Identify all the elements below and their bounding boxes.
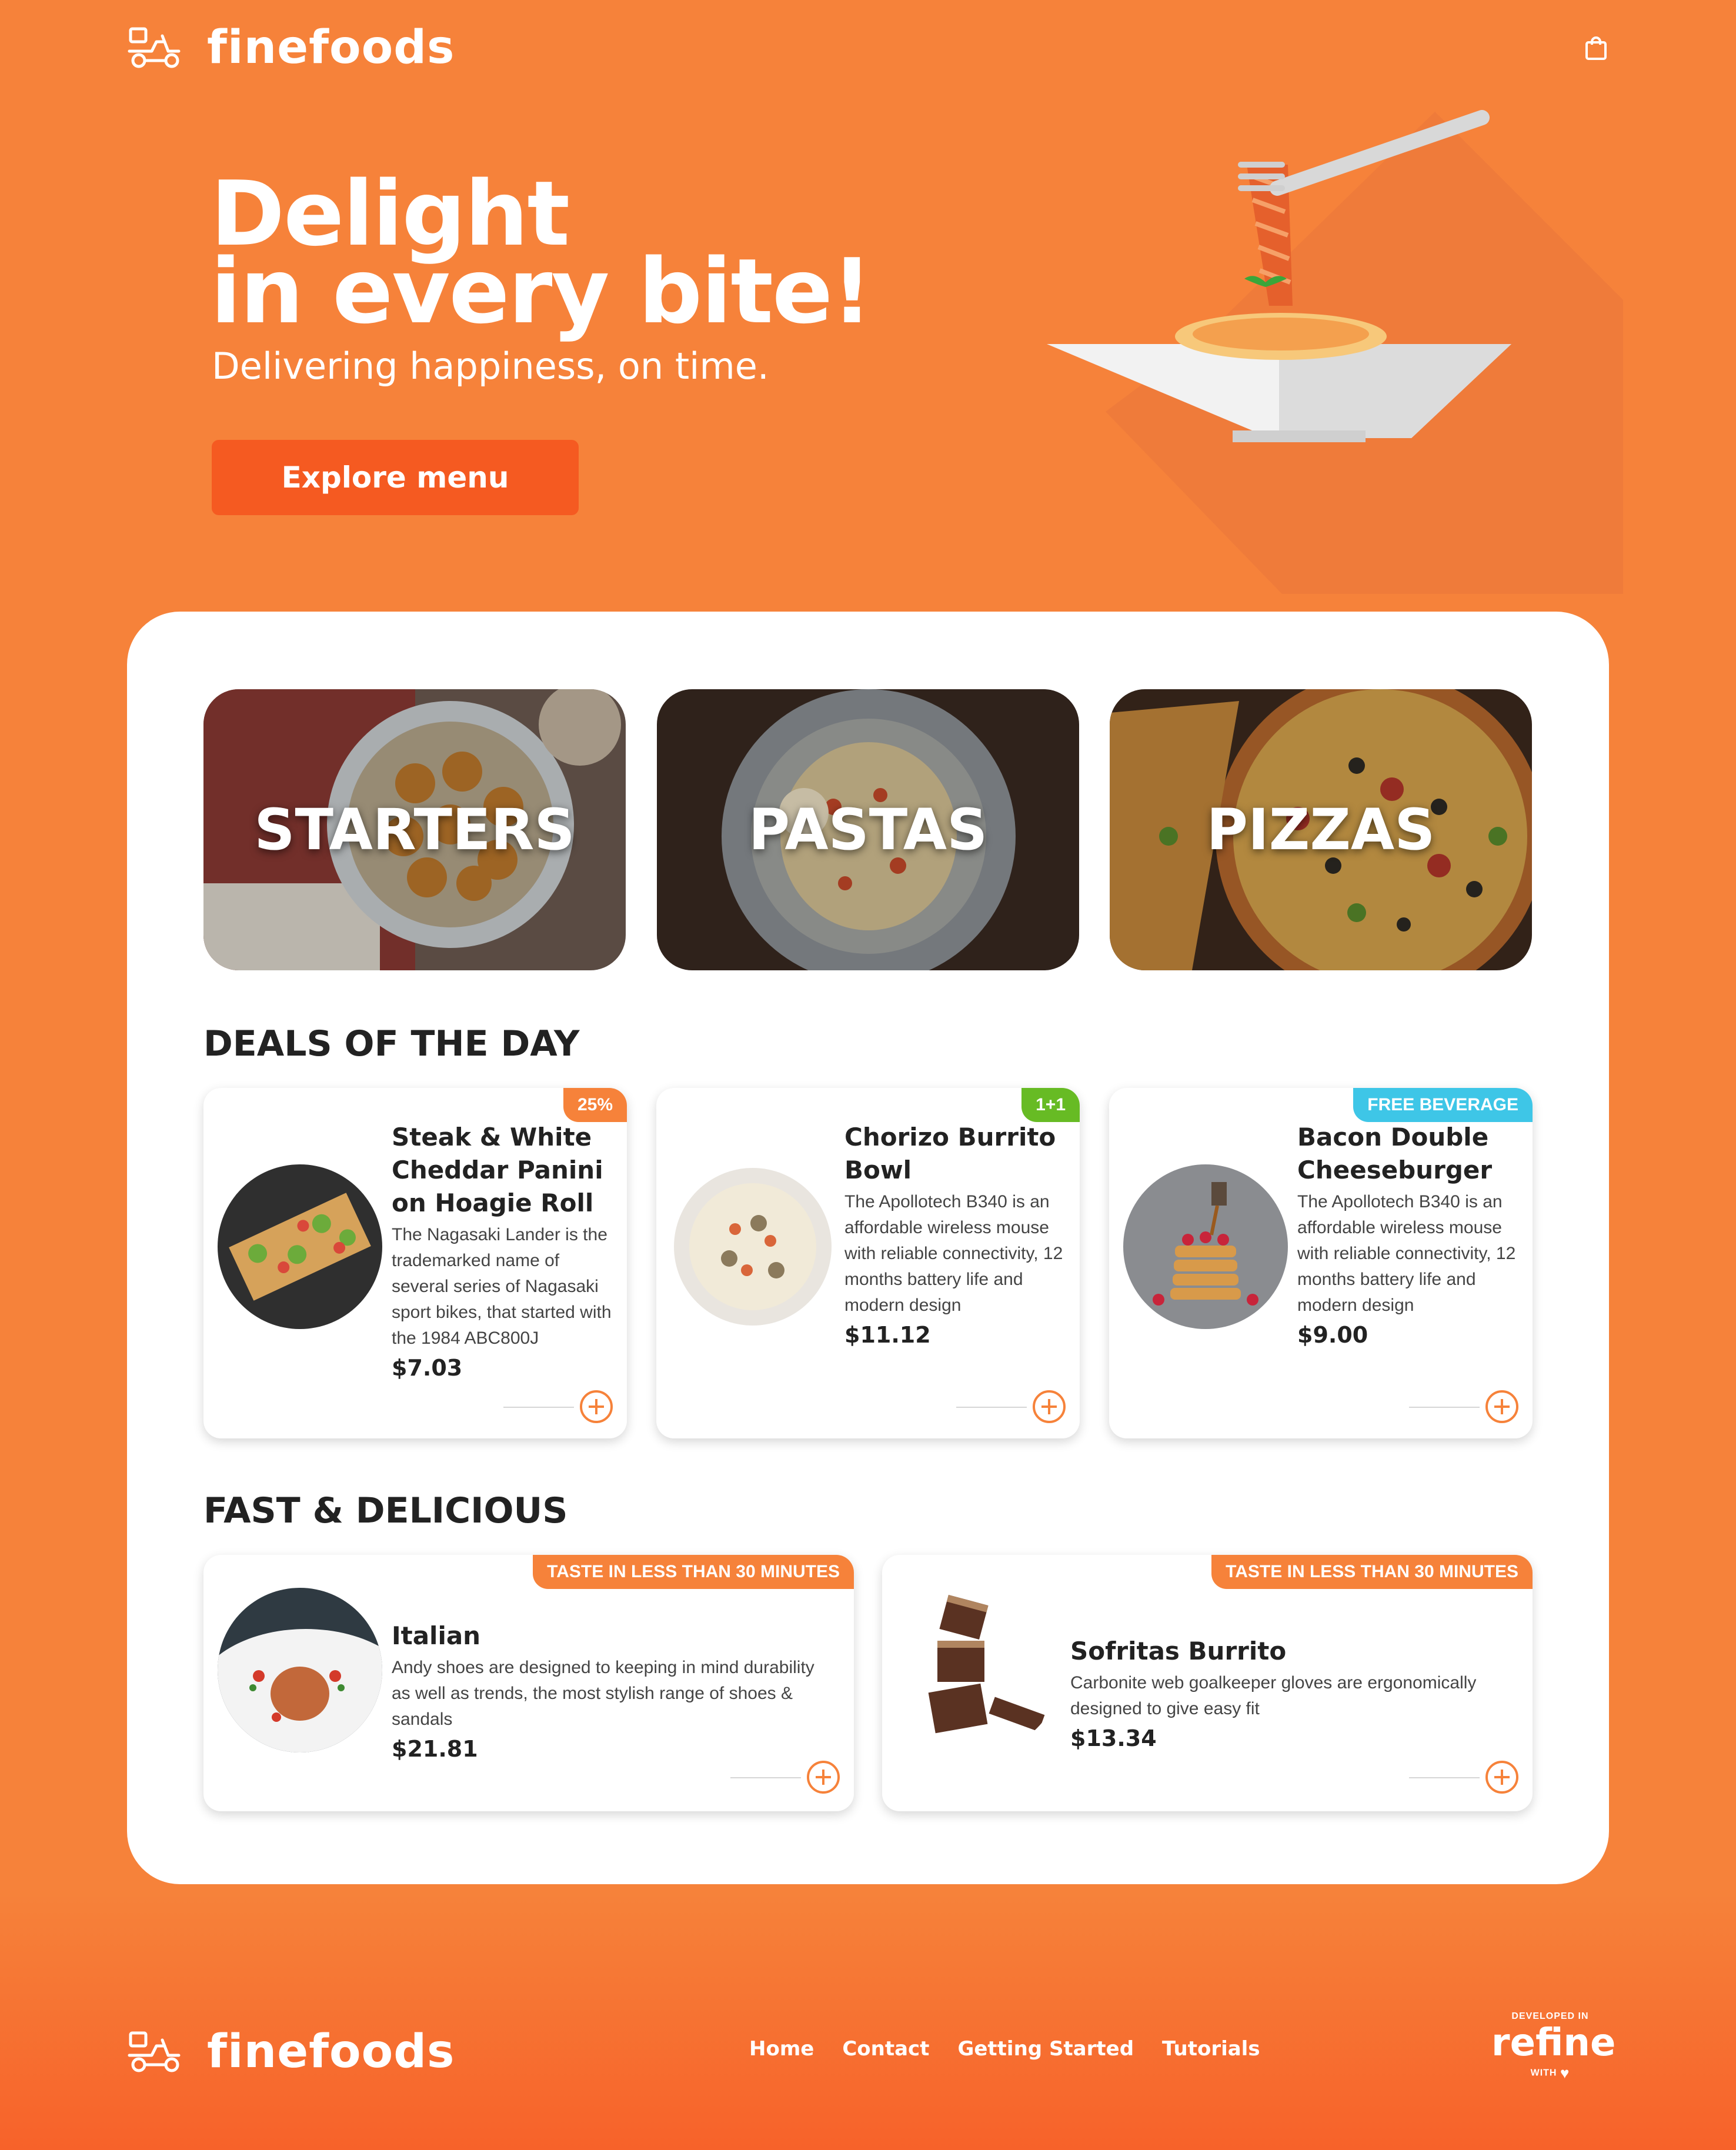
quantity-divider (503, 1407, 574, 1408)
category-label: PASTAS (748, 797, 988, 863)
item-description: Carbonite web goalkeeper gloves are ergo… (1070, 1673, 1477, 1718)
chocolate-photo (896, 1588, 1061, 1752)
deal-badge: FREE BEVERAGE (1353, 1088, 1533, 1122)
quantity-divider (1409, 1777, 1480, 1778)
deals-section-title: DEALS OF THE DAY (203, 1023, 580, 1064)
hero-title-line2: in every bite! (211, 239, 872, 343)
quantity-divider (956, 1407, 1027, 1408)
quantity-divider (1409, 1407, 1480, 1408)
item-name: Bacon Double Cheeseburger (1297, 1123, 1493, 1184)
item-price: $21.81 (392, 1736, 478, 1762)
fast-section-title: FAST & DELICIOUS (203, 1490, 568, 1531)
item-price: $7.03 (392, 1355, 463, 1381)
brand-logo[interactable]: finefoods (127, 21, 455, 74)
fast-card[interactable]: TASTE IN LESS THAN 30 MINUTES Sofritas B… (882, 1555, 1533, 1811)
add-to-cart-button[interactable] (1033, 1390, 1066, 1423)
scooter-icon (128, 2031, 181, 2072)
scooter-icon (128, 27, 181, 68)
footer-link-tutorials[interactable]: Tutorials (1162, 2037, 1260, 2061)
category-starters[interactable]: STARTERS (203, 689, 626, 970)
brand-wordmark: finefoods (207, 21, 455, 74)
add-to-cart-button[interactable] (807, 1761, 840, 1794)
hero-title: Delight in every bite! (211, 169, 872, 343)
item-description: The Apollotech B340 is an affordable wir… (1297, 1192, 1516, 1315)
category-label: PIZZAS (1206, 797, 1435, 863)
footer-brand-logo[interactable]: finefoods (127, 2025, 455, 2078)
pancakes-photo (1123, 1164, 1288, 1329)
footer-link-getting-started[interactable]: Getting Started (957, 2037, 1134, 2061)
brand-wordmark: finefoods (207, 2025, 455, 2078)
heart-icon: ♥ (1560, 2064, 1570, 2082)
main-content-card: STARTERS PASTAS PIZZAS DEALS OF THE DAY (127, 612, 1609, 1884)
add-to-cart-button[interactable] (1485, 1390, 1518, 1423)
explore-menu-button[interactable]: Explore menu (212, 440, 579, 515)
spaghetti-bowl-illustration (1047, 110, 1623, 594)
footer-nav: Home Contact Getting Started Tutorials (749, 2037, 1260, 2061)
deal-text: Bacon Double Cheeseburger The Apollotech… (1297, 1121, 1521, 1348)
category-pastas[interactable]: PASTAS (657, 689, 1079, 970)
deal-card[interactable]: 25% Steak & White Cheddar Panini on Hoag… (203, 1088, 627, 1438)
burrito-bowl-photo (670, 1164, 835, 1329)
category-pizzas[interactable]: PIZZAS (1110, 689, 1532, 970)
hero-subtitle: Delivering happiness, on time. (212, 345, 769, 388)
category-label: STARTERS (254, 797, 575, 863)
item-name: Sofritas Burrito (1070, 1637, 1287, 1665)
item-description: The Apollotech B340 is an affordable wir… (844, 1192, 1063, 1315)
add-to-cart-button[interactable] (580, 1390, 613, 1423)
fast-badge: TASTE IN LESS THAN 30 MINUTES (1211, 1555, 1533, 1589)
badge-refine-logo: refine (1491, 2021, 1616, 2065)
fast-card[interactable]: TASTE IN LESS THAN 30 MINUTES Italian An… (203, 1555, 854, 1811)
spaghetti-plate-photo (218, 1588, 382, 1752)
deal-card[interactable]: FREE BEVERAGE Bacon Double Cheeseburger … (1109, 1088, 1533, 1438)
deal-text: Chorizo Burrito Bowl The Apollotech B340… (844, 1121, 1068, 1348)
deal-text: Steak & White Cheddar Panini on Hoagie R… (392, 1121, 615, 1381)
footer-link-contact[interactable]: Contact (842, 2037, 929, 2061)
item-name: Italian (392, 1621, 481, 1650)
item-description: Andy shoes are designed to keeping in mi… (392, 1658, 814, 1729)
item-description: The Nagasaki Lander is the trademarked n… (392, 1225, 612, 1348)
fast-text: Italian Andy shoes are designed to keepi… (392, 1620, 833, 1762)
deal-badge: 25% (563, 1088, 627, 1122)
shopping-bag-icon[interactable] (1584, 35, 1608, 61)
item-name: Chorizo Burrito Bowl (844, 1123, 1056, 1184)
item-price: $9.00 (1297, 1322, 1368, 1348)
badge-with-text: WITH (1530, 2068, 1557, 2078)
add-to-cart-button[interactable] (1485, 1761, 1518, 1794)
fast-text: Sofritas Burrito Carbonite web goalkeepe… (1070, 1635, 1511, 1751)
refine-badge[interactable]: DEVELOPED IN refine WITH ♥ (1491, 2011, 1616, 2082)
item-name: Steak & White Cheddar Panini on Hoagie R… (392, 1123, 603, 1217)
badge-with: WITH ♥ (1491, 2064, 1609, 2082)
quantity-divider (730, 1777, 801, 1778)
footer-link-home[interactable]: Home (749, 2037, 814, 2061)
item-price: $13.34 (1070, 1725, 1157, 1751)
deal-badge: 1+1 (1021, 1088, 1080, 1122)
badge-developed-in: DEVELOPED IN (1511, 2011, 1589, 2021)
panini-photo (218, 1164, 382, 1329)
fast-badge: TASTE IN LESS THAN 30 MINUTES (533, 1555, 854, 1589)
item-price: $11.12 (844, 1322, 931, 1348)
deal-card[interactable]: 1+1 Chorizo Burrito Bowl The Apollotech … (656, 1088, 1080, 1438)
